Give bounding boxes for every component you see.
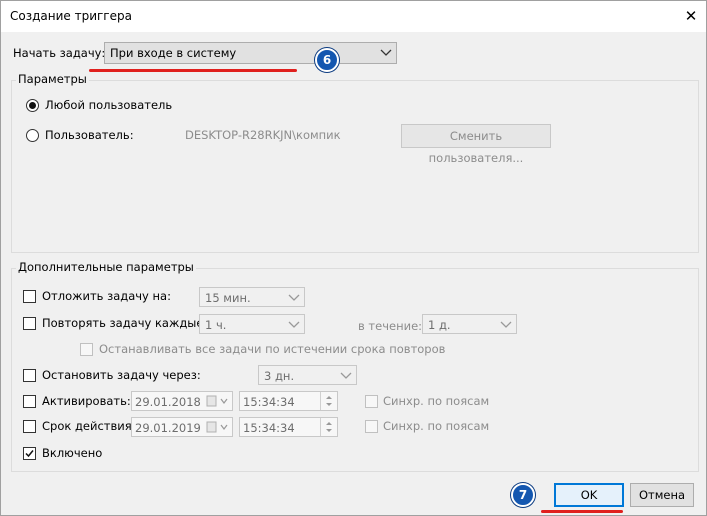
time-spinner[interactable] bbox=[320, 418, 337, 436]
step-7-badge: 7 bbox=[511, 483, 535, 507]
activate-time-field[interactable]: 15:34:34 bbox=[239, 391, 338, 411]
stop-after-label: Остановить задачу через: bbox=[42, 368, 201, 382]
expire-date-picker[interactable]: 29.01.2019 bbox=[131, 417, 233, 437]
repeat-duration-select[interactable]: 1 д. bbox=[422, 314, 517, 334]
stop-after-select[interactable]: 3 дн. bbox=[258, 365, 357, 385]
activate-time-value: 15:34:34 bbox=[243, 395, 295, 409]
stop-after-checkbox[interactable] bbox=[23, 369, 36, 382]
delay-value: 15 мин. bbox=[205, 291, 251, 305]
expire-time-value: 15:34:34 bbox=[243, 421, 295, 435]
activate-date-picker[interactable]: 29.01.2018 bbox=[131, 391, 233, 411]
delay-label: Отложить задачу на: bbox=[42, 289, 171, 303]
expire-date-value: 29.01.2019 bbox=[135, 421, 201, 435]
red-underline-annotation bbox=[541, 510, 623, 513]
start-task-select[interactable]: При входе в систему bbox=[104, 42, 397, 64]
ok-button[interactable]: OK bbox=[554, 483, 624, 507]
stop-all-label: Останавливать все задачи по истечении ср… bbox=[99, 342, 446, 356]
user-value: DESKTOP-R28RKJN\компик bbox=[185, 128, 341, 142]
expire-checkbox[interactable] bbox=[23, 420, 36, 433]
spinner-arrows-icon bbox=[326, 396, 332, 406]
stop-all-checkbox[interactable] bbox=[80, 343, 93, 356]
params-legend: Параметры bbox=[16, 72, 89, 86]
chevron-down-icon bbox=[340, 372, 352, 379]
chevron-down-icon bbox=[288, 321, 300, 328]
activate-date-value: 29.01.2018 bbox=[135, 395, 201, 409]
window-title: Создание триггера bbox=[10, 9, 132, 23]
repeat-checkbox[interactable] bbox=[23, 317, 36, 330]
user-label: Пользователь: bbox=[45, 128, 134, 142]
close-icon[interactable]: ✕ bbox=[679, 6, 703, 26]
cancel-button[interactable]: Отмена bbox=[630, 483, 694, 507]
expire-sync-checkbox[interactable] bbox=[365, 420, 378, 433]
start-task-label: Начать задачу: bbox=[13, 46, 106, 60]
repeat-duration-label: в течение: bbox=[358, 319, 423, 333]
repeat-duration-value: 1 д. bbox=[428, 318, 451, 332]
expire-sync-label: Синхр. по поясам bbox=[383, 419, 490, 433]
start-task-value: При входе в систему bbox=[110, 46, 237, 60]
change-user-button[interactable]: Сменить пользователя... bbox=[401, 124, 551, 165]
activate-checkbox[interactable] bbox=[23, 395, 36, 408]
activate-sync-checkbox[interactable] bbox=[365, 395, 378, 408]
spinner-arrows-icon bbox=[326, 422, 332, 432]
calendar-icon bbox=[206, 421, 228, 433]
any-user-radio[interactable] bbox=[26, 99, 39, 112]
activate-label: Активировать: bbox=[42, 394, 131, 408]
step-6-badge: 6 bbox=[315, 48, 339, 72]
chevron-down-icon bbox=[288, 294, 300, 301]
repeat-select[interactable]: 1 ч. bbox=[199, 314, 305, 334]
activate-sync-label: Синхр. по поясам bbox=[383, 394, 490, 408]
enabled-label: Включено bbox=[42, 446, 103, 460]
advanced-legend: Дополнительные параметры bbox=[16, 260, 196, 274]
repeat-value: 1 ч. bbox=[205, 318, 227, 332]
chevron-down-icon bbox=[380, 49, 392, 56]
delay-checkbox[interactable] bbox=[23, 290, 36, 303]
calendar-icon bbox=[206, 395, 228, 407]
user-radio[interactable] bbox=[26, 129, 39, 142]
title-bar[interactable]: Создание триггера ✕ bbox=[1, 1, 706, 32]
chevron-down-icon bbox=[500, 321, 512, 328]
dialog-window: Создание триггера ✕ Начать задачу: При в… bbox=[0, 0, 707, 516]
checkmark-icon bbox=[25, 450, 34, 458]
repeat-label: Повторять задачу каждые: bbox=[42, 316, 208, 330]
time-spinner[interactable] bbox=[320, 392, 337, 410]
expire-label: Срок действия: bbox=[42, 419, 136, 433]
red-underline-annotation bbox=[89, 69, 297, 72]
delay-select[interactable]: 15 мин. bbox=[199, 287, 305, 307]
expire-time-field[interactable]: 15:34:34 bbox=[239, 417, 338, 437]
stop-after-value: 3 дн. bbox=[264, 369, 295, 383]
enabled-checkbox[interactable] bbox=[23, 447, 36, 460]
any-user-label: Любой пользователь bbox=[45, 98, 173, 112]
